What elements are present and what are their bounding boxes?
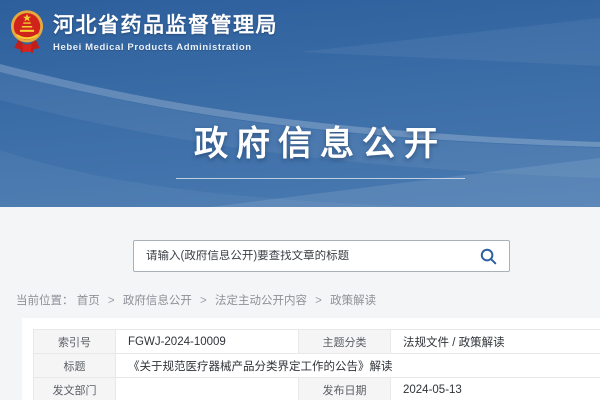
national-emblem-icon (10, 8, 44, 58)
breadcrumb-separator: > (108, 295, 115, 307)
search-icon[interactable] (480, 248, 497, 265)
breadcrumb-item-gov-info[interactable]: 政府信息公开 (123, 295, 192, 307)
field-value-topic-category: 法规文件 / 政策解读 (391, 330, 600, 354)
breadcrumb-item-statutory-disclosure[interactable]: 法定主动公开内容 (215, 295, 307, 307)
field-value-publish-date: 2024-05-13 (391, 378, 600, 400)
field-label-topic-category: 主题分类 (299, 330, 391, 354)
breadcrumb-label: 当前位置： (16, 295, 74, 307)
table-row-index: 索引号 FGWJ-2024-10009 主题分类 法规文件 / 政策解读 (34, 330, 600, 354)
field-value-title: 《关于规范医疗器械产品分类界定工作的公告》解读 (116, 354, 600, 378)
field-label-issuing-department: 发文部门 (34, 378, 116, 400)
search-box (133, 240, 510, 272)
breadcrumb-item-home[interactable]: 首页 (77, 295, 100, 307)
title-underline (176, 178, 465, 179)
table-row-title: 标题 《关于规范医疗器械产品分类界定工作的公告》解读 (34, 354, 600, 378)
org-name-en: Hebei Medical Products Administration (53, 42, 278, 53)
document-card: 索引号 FGWJ-2024-10009 主题分类 法规文件 / 政策解读 标题 … (22, 318, 600, 400)
table-row-department-date: 发文部门 发布日期 2024-05-13 (34, 378, 600, 400)
field-label-index-number: 索引号 (34, 330, 116, 354)
banner-title-block: 政府信息公开 (20, 116, 600, 179)
page-title: 政府信息公开 (20, 116, 600, 165)
document-info-table: 索引号 FGWJ-2024-10009 主题分类 法规文件 / 政策解读 标题 … (33, 329, 600, 400)
banner: 河北省药品监督管理局 Hebei Medical Products Admini… (0, 0, 600, 207)
site-title-group: 河北省药品监督管理局 Hebei Medical Products Admini… (53, 8, 278, 53)
breadcrumb: 当前位置： 首页 > 政府信息公开 > 法定主动公开内容 > 政策解读 (16, 292, 376, 308)
breadcrumb-separator: > (200, 295, 207, 307)
site-logo-header[interactable]: 河北省药品监督管理局 Hebei Medical Products Admini… (10, 8, 278, 58)
field-label-title: 标题 (34, 354, 116, 378)
page: 河北省药品监督管理局 Hebei Medical Products Admini… (0, 0, 600, 400)
field-value-index-number: FGWJ-2024-10009 (116, 330, 299, 354)
field-label-publish-date: 发布日期 (299, 378, 391, 400)
search-input[interactable] (146, 250, 472, 262)
breadcrumb-item-current: 政策解读 (330, 295, 376, 307)
org-name-zh: 河北省药品监督管理局 (53, 14, 278, 37)
breadcrumb-separator: > (315, 295, 322, 307)
field-value-issuing-department (116, 378, 299, 400)
